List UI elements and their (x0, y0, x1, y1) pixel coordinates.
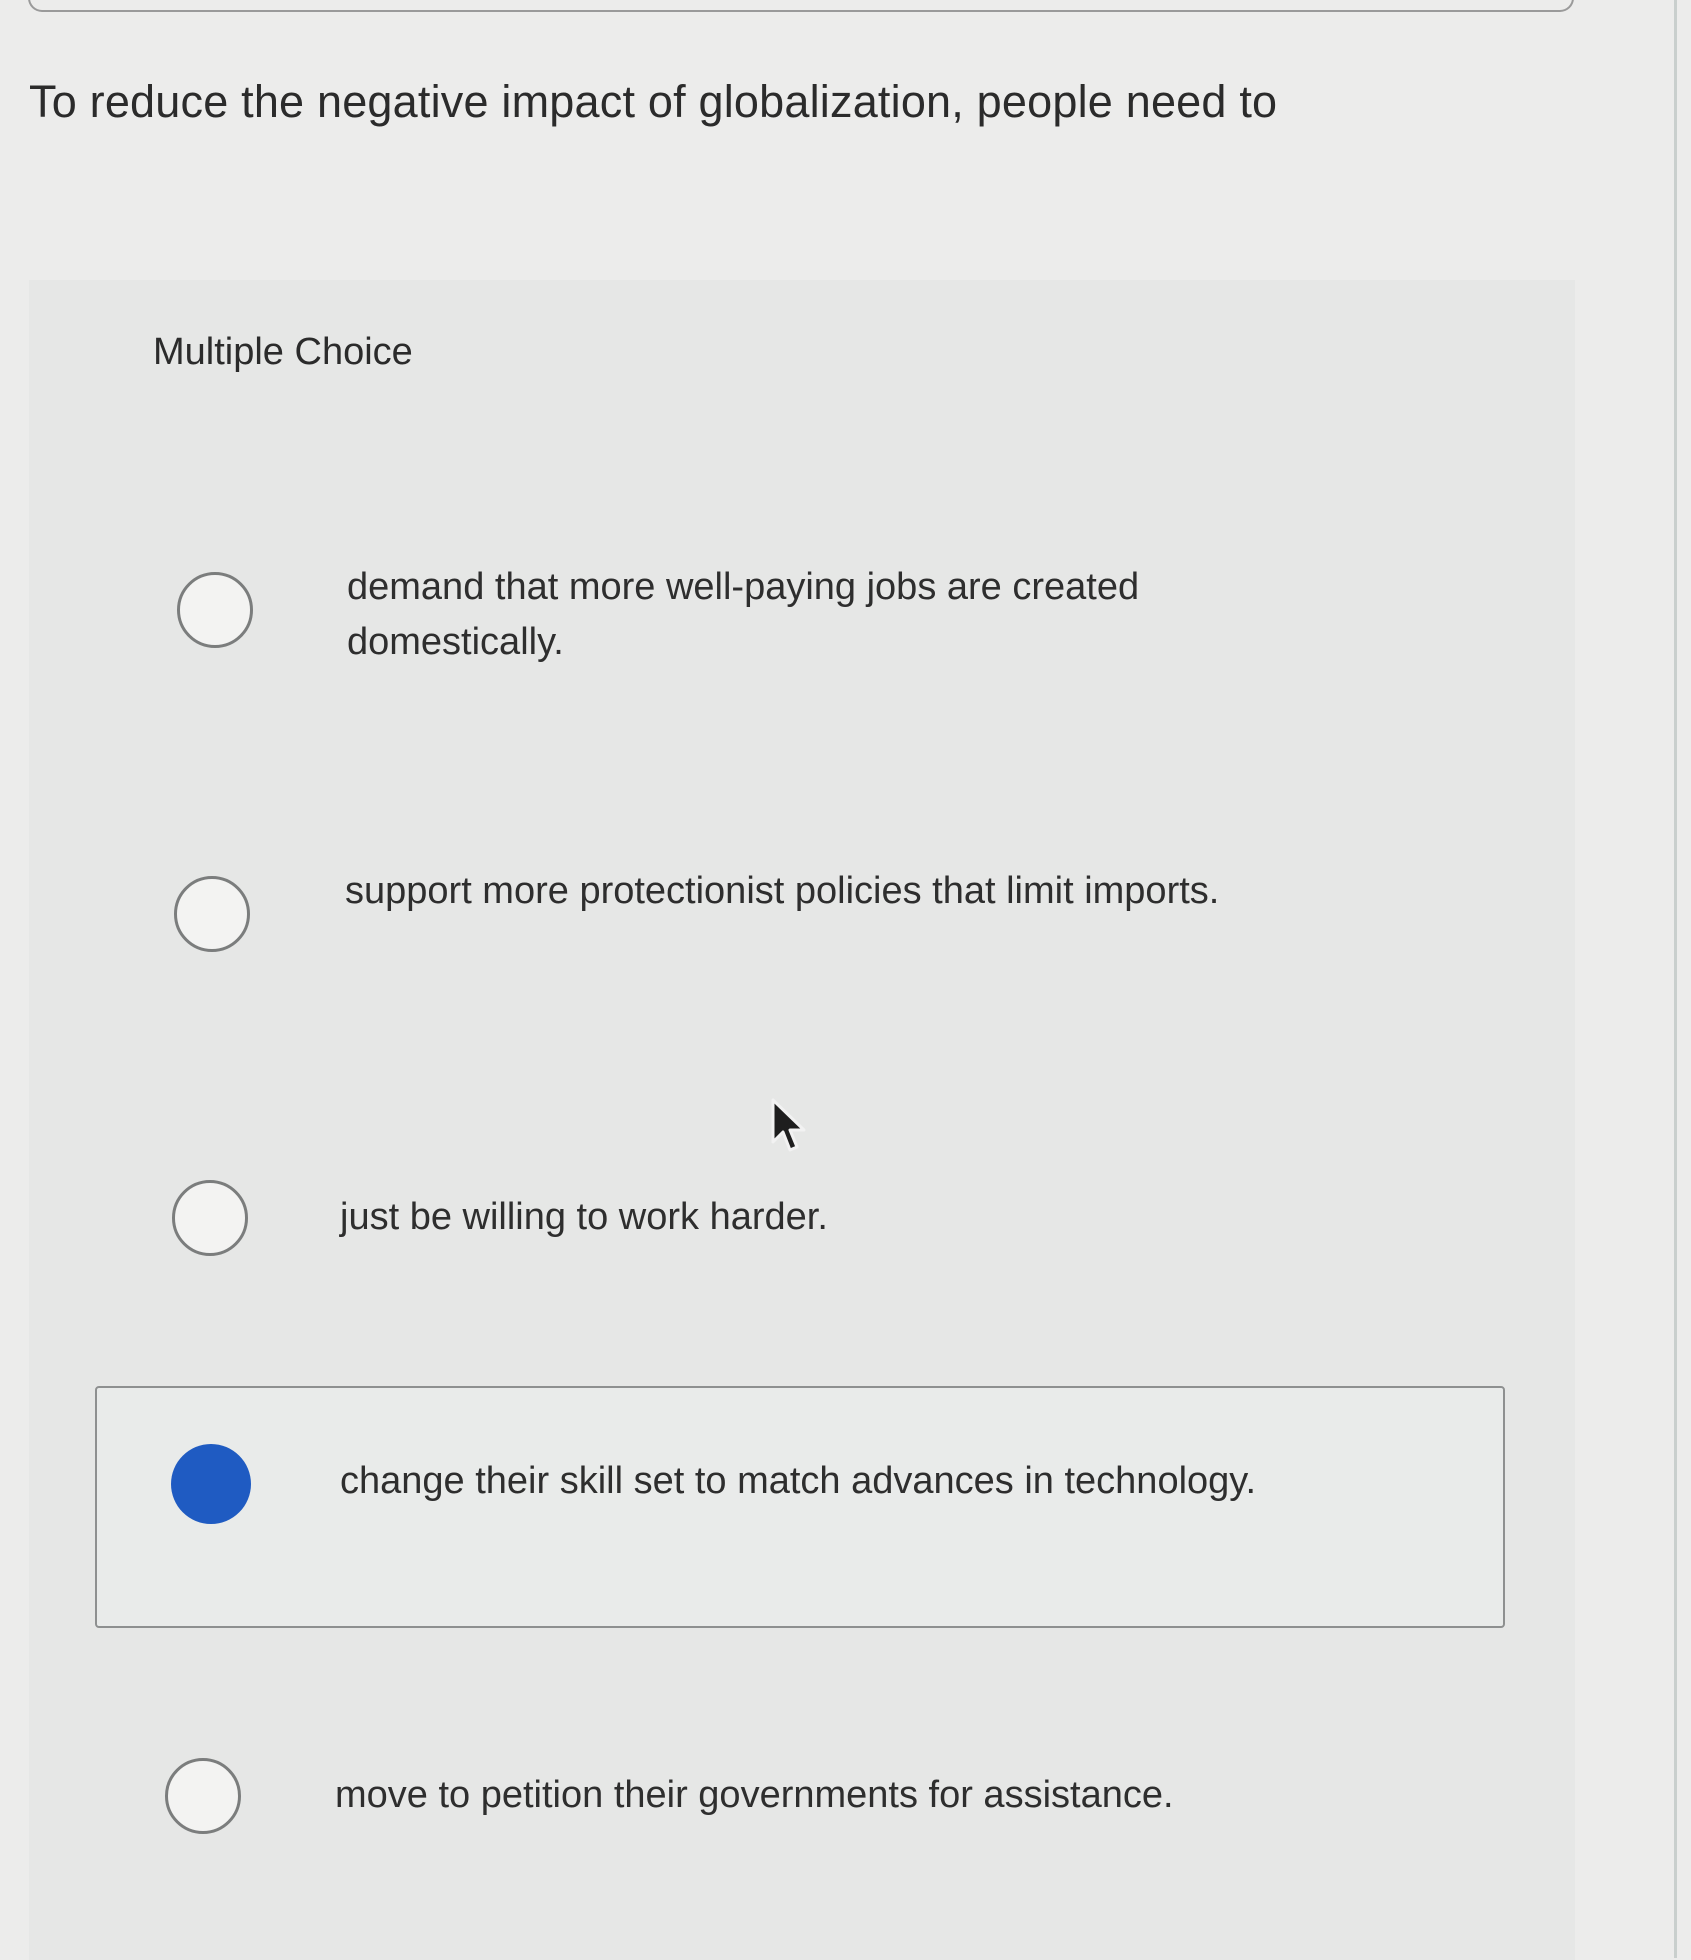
question-prompt: To reduce the negative impact of globali… (29, 76, 1278, 127)
mouse-pointer-icon (771, 1098, 806, 1152)
radio-button-a-icon[interactable] (177, 572, 253, 648)
radio-button-e-icon[interactable] (165, 1758, 241, 1834)
radio-button-b-icon[interactable] (174, 876, 250, 952)
answer-option-b[interactable]: support more protectionist policies that… (95, 862, 1505, 1002)
answer-option-c[interactable]: just be willing to work harder. (95, 1178, 1505, 1278)
radio-button-d-selected-icon[interactable] (171, 1444, 251, 1524)
answer-option-a-text: demand that more well-paying jobs are cr… (347, 566, 1140, 663)
radio-button-c-icon[interactable] (172, 1180, 248, 1256)
answer-option-b-text: support more protectionist policies that… (345, 870, 1220, 912)
answer-option-a[interactable]: demand that more well-paying jobs are cr… (95, 560, 1505, 700)
question-card-frame (28, 0, 1574, 12)
answer-option-c-text: just be willing to work harder. (340, 1196, 828, 1238)
answer-option-d-text: change their skill set to match advances… (340, 1460, 1257, 1502)
answer-option-e-text: move to petition their governments for a… (335, 1774, 1174, 1816)
question-type-label: Multiple Choice (153, 331, 413, 373)
answer-option-d[interactable]: change their skill set to match advances… (95, 1386, 1505, 1628)
scrollbar-track[interactable] (1674, 0, 1677, 1958)
answer-option-e[interactable]: move to petition their governments for a… (95, 1756, 1505, 1856)
